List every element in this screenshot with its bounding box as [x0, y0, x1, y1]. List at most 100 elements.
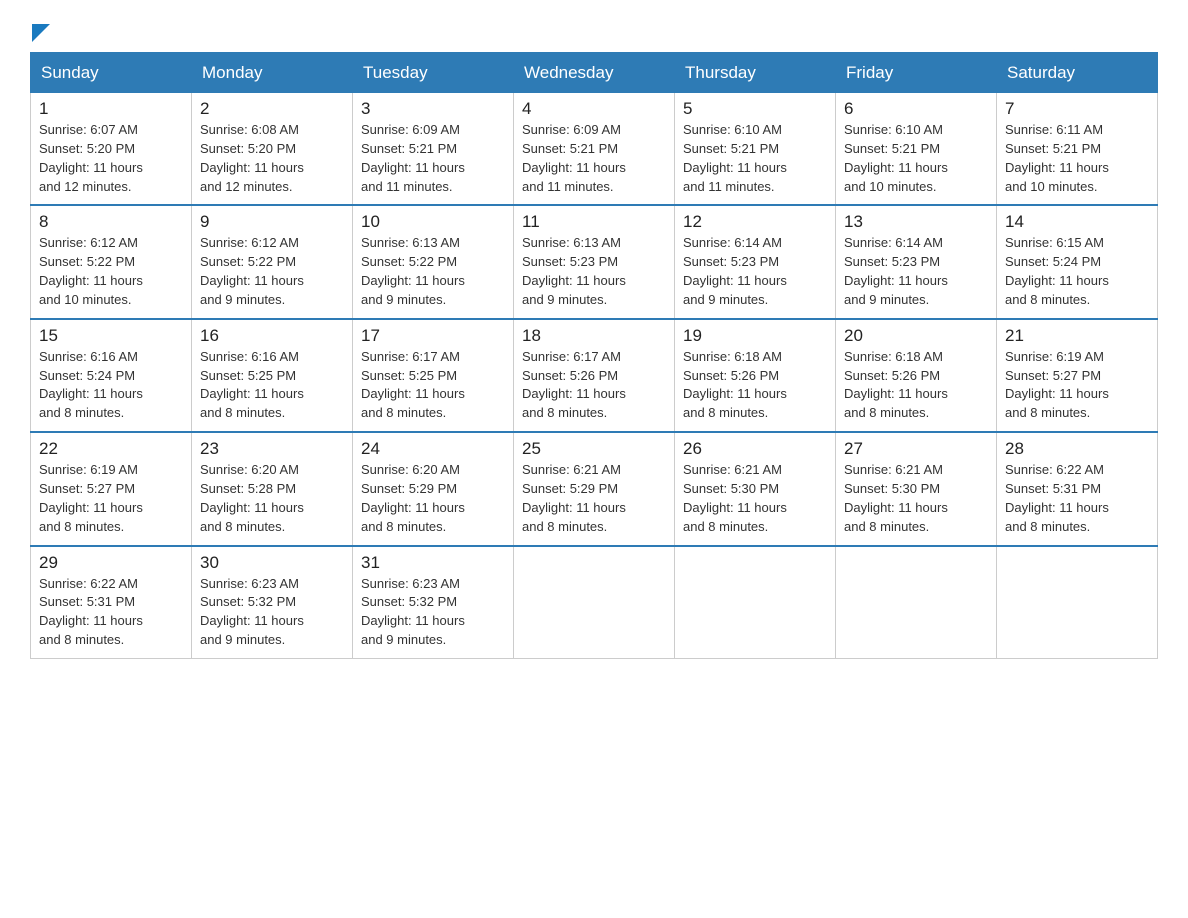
- calendar-cell: 7 Sunrise: 6:11 AMSunset: 5:21 PMDaylight…: [997, 92, 1158, 205]
- calendar-cell: 4 Sunrise: 6:09 AMSunset: 5:21 PMDaylight…: [514, 92, 675, 205]
- week-row-4: 22Sunrise: 6:19 AMSunset: 5:27 PMDayligh…: [31, 432, 1158, 545]
- calendar-cell: [675, 546, 836, 659]
- day-info: Sunrise: 6:23 AMSunset: 5:32 PMDaylight:…: [200, 576, 304, 648]
- calendar-cell: 6 Sunrise: 6:10 AMSunset: 5:21 PMDaylight…: [836, 92, 997, 205]
- day-info: Sunrise: 6:17 AMSunset: 5:25 PMDaylight:…: [361, 349, 465, 421]
- day-info: Sunrise: 6:14 AMSunset: 5:23 PMDaylight:…: [683, 235, 787, 307]
- day-info: Sunrise: 6:09 AMSunset: 5:21 PMDaylight:…: [361, 122, 465, 194]
- day-info: Sunrise: 6:21 AMSunset: 5:29 PMDaylight:…: [522, 462, 626, 534]
- day-number: 4: [522, 99, 666, 119]
- day-info: Sunrise: 6:22 AMSunset: 5:31 PMDaylight:…: [1005, 462, 1109, 534]
- col-header-sunday: Sunday: [31, 53, 192, 93]
- day-number: 1: [39, 99, 183, 119]
- day-info: Sunrise: 6:19 AMSunset: 5:27 PMDaylight:…: [1005, 349, 1109, 421]
- day-info: Sunrise: 6:10 AMSunset: 5:21 PMDaylight:…: [683, 122, 787, 194]
- day-number: 26: [683, 439, 827, 459]
- day-number: 25: [522, 439, 666, 459]
- day-number: 21: [1005, 326, 1149, 346]
- day-number: 30: [200, 553, 344, 573]
- calendar-cell: 25 Sunrise: 6:21 AMSunset: 5:29 PMDayligh…: [514, 432, 675, 545]
- calendar-cell: 26 Sunrise: 6:21 AMSunset: 5:30 PMDayligh…: [675, 432, 836, 545]
- calendar-cell: 18 Sunrise: 6:17 AMSunset: 5:26 PMDayligh…: [514, 319, 675, 432]
- day-number: 9: [200, 212, 344, 232]
- col-header-friday: Friday: [836, 53, 997, 93]
- day-info: Sunrise: 6:08 AMSunset: 5:20 PMDaylight:…: [200, 122, 304, 194]
- day-info: Sunrise: 6:14 AMSunset: 5:23 PMDaylight:…: [844, 235, 948, 307]
- col-header-wednesday: Wednesday: [514, 53, 675, 93]
- day-info: Sunrise: 6:21 AMSunset: 5:30 PMDaylight:…: [683, 462, 787, 534]
- calendar-cell: 24 Sunrise: 6:20 AMSunset: 5:29 PMDayligh…: [353, 432, 514, 545]
- calendar-cell: [997, 546, 1158, 659]
- calendar-cell: 8 Sunrise: 6:12 AMSunset: 5:22 PMDaylight…: [31, 205, 192, 318]
- day-number: 27: [844, 439, 988, 459]
- day-info: Sunrise: 6:11 AMSunset: 5:21 PMDaylight:…: [1005, 122, 1109, 194]
- day-number: 6: [844, 99, 988, 119]
- day-number: 31: [361, 553, 505, 573]
- day-number: 11: [522, 212, 666, 232]
- calendar-cell: 28 Sunrise: 6:22 AMSunset: 5:31 PMDayligh…: [997, 432, 1158, 545]
- day-info: Sunrise: 6:21 AMSunset: 5:30 PMDaylight:…: [844, 462, 948, 534]
- day-number: 18: [522, 326, 666, 346]
- col-header-saturday: Saturday: [997, 53, 1158, 93]
- day-info: Sunrise: 6:12 AMSunset: 5:22 PMDaylight:…: [200, 235, 304, 307]
- day-info: Sunrise: 6:17 AMSunset: 5:26 PMDaylight:…: [522, 349, 626, 421]
- day-number: 19: [683, 326, 827, 346]
- calendar-cell: 12 Sunrise: 6:14 AMSunset: 5:23 PMDayligh…: [675, 205, 836, 318]
- day-number: 29: [39, 553, 183, 573]
- day-info: Sunrise: 6:16 AMSunset: 5:24 PMDaylight:…: [39, 349, 143, 421]
- week-row-2: 8 Sunrise: 6:12 AMSunset: 5:22 PMDaylight…: [31, 205, 1158, 318]
- day-info: Sunrise: 6:20 AMSunset: 5:29 PMDaylight:…: [361, 462, 465, 534]
- calendar-cell: 23Sunrise: 6:20 AMSunset: 5:28 PMDayligh…: [192, 432, 353, 545]
- day-info: Sunrise: 6:18 AMSunset: 5:26 PMDaylight:…: [844, 349, 948, 421]
- day-info: Sunrise: 6:09 AMSunset: 5:21 PMDaylight:…: [522, 122, 626, 194]
- calendar-cell: 14 Sunrise: 6:15 AMSunset: 5:24 PMDayligh…: [997, 205, 1158, 318]
- calendar-cell: 21 Sunrise: 6:19 AMSunset: 5:27 PMDayligh…: [997, 319, 1158, 432]
- calendar-cell: 2Sunrise: 6:08 AMSunset: 5:20 PMDaylight…: [192, 92, 353, 205]
- col-header-monday: Monday: [192, 53, 353, 93]
- week-row-5: 29 Sunrise: 6:22 AMSunset: 5:31 PMDayligh…: [31, 546, 1158, 659]
- day-number: 3: [361, 99, 505, 119]
- day-info: Sunrise: 6:13 AMSunset: 5:22 PMDaylight:…: [361, 235, 465, 307]
- day-info: Sunrise: 6:12 AMSunset: 5:22 PMDaylight:…: [39, 235, 143, 307]
- calendar-cell: 5 Sunrise: 6:10 AMSunset: 5:21 PMDaylight…: [675, 92, 836, 205]
- day-number: 24: [361, 439, 505, 459]
- day-info: Sunrise: 6:18 AMSunset: 5:26 PMDaylight:…: [683, 349, 787, 421]
- day-number: 22: [39, 439, 183, 459]
- calendar-cell: 27 Sunrise: 6:21 AMSunset: 5:30 PMDayligh…: [836, 432, 997, 545]
- calendar-table: SundayMondayTuesdayWednesdayThursdayFrid…: [30, 52, 1158, 659]
- calendar-cell: 10 Sunrise: 6:13 AMSunset: 5:22 PMDayligh…: [353, 205, 514, 318]
- calendar-cell: 17 Sunrise: 6:17 AMSunset: 5:25 PMDayligh…: [353, 319, 514, 432]
- day-number: 7: [1005, 99, 1149, 119]
- day-number: 20: [844, 326, 988, 346]
- day-number: 8: [39, 212, 183, 232]
- logo-arrow-icon: [32, 24, 50, 42]
- day-number: 15: [39, 326, 183, 346]
- day-number: 12: [683, 212, 827, 232]
- calendar-cell: 20 Sunrise: 6:18 AMSunset: 5:26 PMDayligh…: [836, 319, 997, 432]
- header-row: SundayMondayTuesdayWednesdayThursdayFrid…: [31, 53, 1158, 93]
- day-info: Sunrise: 6:15 AMSunset: 5:24 PMDaylight:…: [1005, 235, 1109, 307]
- day-number: 14: [1005, 212, 1149, 232]
- calendar-cell: 11 Sunrise: 6:13 AMSunset: 5:23 PMDayligh…: [514, 205, 675, 318]
- calendar-cell: [836, 546, 997, 659]
- day-number: 13: [844, 212, 988, 232]
- day-number: 17: [361, 326, 505, 346]
- day-info: Sunrise: 6:23 AMSunset: 5:32 PMDaylight:…: [361, 576, 465, 648]
- page-header: [30, 20, 1158, 42]
- col-header-tuesday: Tuesday: [353, 53, 514, 93]
- day-info: Sunrise: 6:16 AMSunset: 5:25 PMDaylight:…: [200, 349, 304, 421]
- week-row-3: 15 Sunrise: 6:16 AMSunset: 5:24 PMDayligh…: [31, 319, 1158, 432]
- day-number: 5: [683, 99, 827, 119]
- logo: [30, 20, 50, 42]
- day-info: Sunrise: 6:10 AMSunset: 5:21 PMDaylight:…: [844, 122, 948, 194]
- calendar-cell: 15 Sunrise: 6:16 AMSunset: 5:24 PMDayligh…: [31, 319, 192, 432]
- day-info: Sunrise: 6:22 AMSunset: 5:31 PMDaylight:…: [39, 576, 143, 648]
- day-info: Sunrise: 6:20 AMSunset: 5:28 PMDaylight:…: [200, 462, 304, 534]
- week-row-1: 1 Sunrise: 6:07 AMSunset: 5:20 PMDaylight…: [31, 92, 1158, 205]
- day-info: Sunrise: 6:07 AMSunset: 5:20 PMDaylight:…: [39, 122, 143, 194]
- day-info: Sunrise: 6:13 AMSunset: 5:23 PMDaylight:…: [522, 235, 626, 307]
- day-number: 28: [1005, 439, 1149, 459]
- calendar-cell: 22Sunrise: 6:19 AMSunset: 5:27 PMDayligh…: [31, 432, 192, 545]
- day-number: 10: [361, 212, 505, 232]
- calendar-cell: 16Sunrise: 6:16 AMSunset: 5:25 PMDayligh…: [192, 319, 353, 432]
